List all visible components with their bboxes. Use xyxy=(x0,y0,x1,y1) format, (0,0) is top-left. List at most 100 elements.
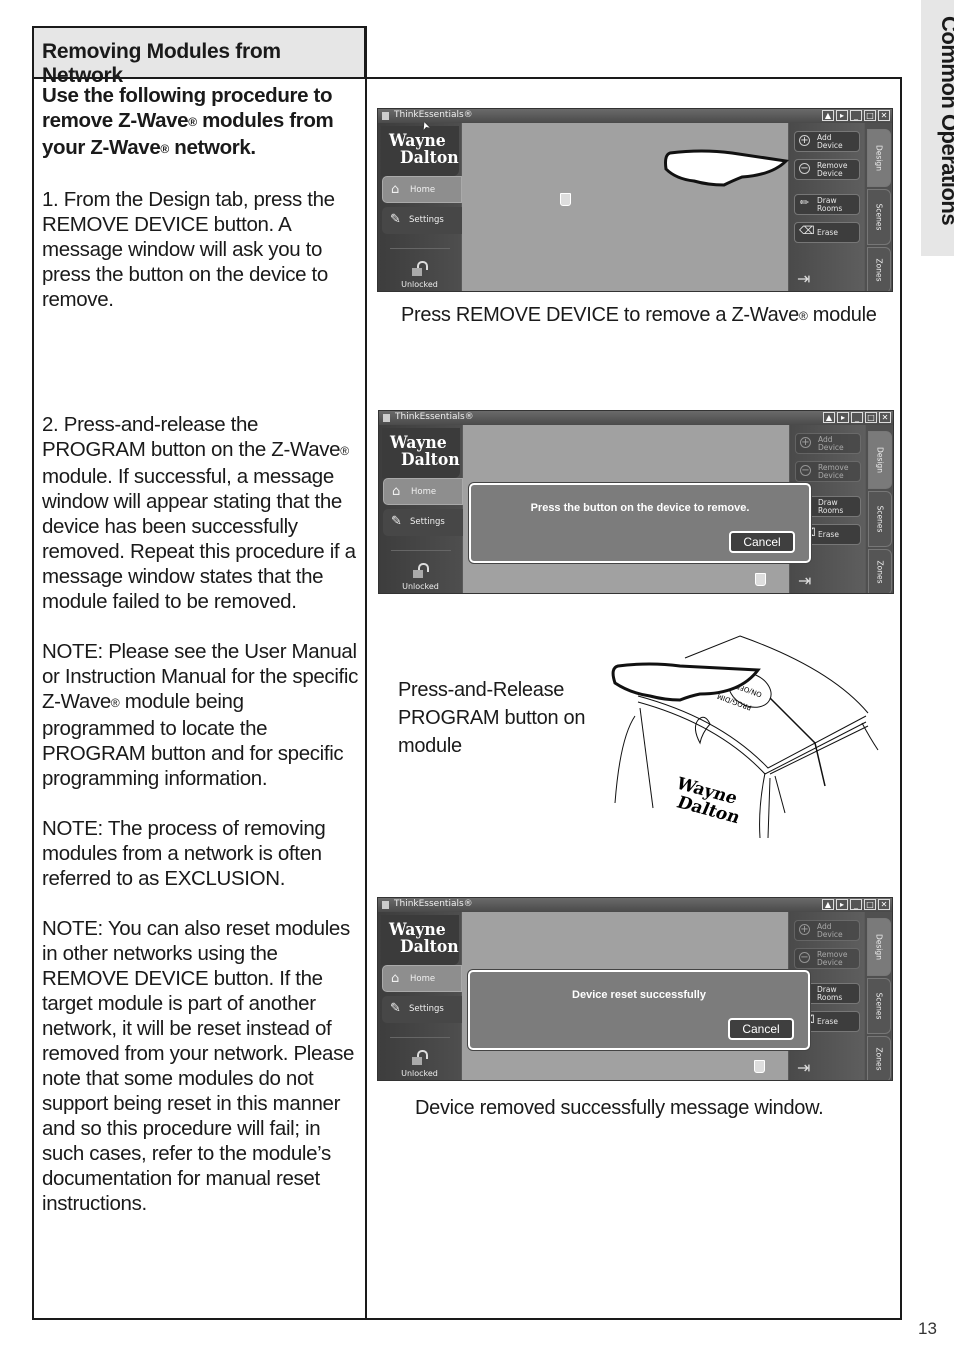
nav-settings[interactable]: ✎ Settings xyxy=(382,996,462,1023)
skip-icon[interactable]: ▸ xyxy=(836,899,848,910)
app-icon xyxy=(383,414,390,422)
note-reset: NOTE: You can also reset modules in othe… xyxy=(42,917,355,1215)
cancel-button[interactable]: Cancel xyxy=(728,1018,794,1040)
design-tools-panel: +AddDevice −RemoveDevice ✏DrawRooms ⌫Era… xyxy=(789,123,864,291)
device-icon[interactable] xyxy=(754,1060,765,1073)
module-right-corner xyxy=(759,772,766,839)
lock-status: Unlocked xyxy=(401,1069,438,1078)
step-1: 1. From the Design tab, press the REMOVE… xyxy=(42,188,335,311)
add-device-button[interactable]: + Add Device xyxy=(794,920,860,941)
add-device-button[interactable]: + Add Device xyxy=(794,131,860,152)
draw-rooms-button[interactable]: ✏DrawRooms xyxy=(794,194,860,215)
cancel-button[interactable]: Cancel xyxy=(729,531,795,553)
add-device-button[interactable]: + Add Device xyxy=(795,433,861,454)
page-number: 13 xyxy=(918,1319,937,1338)
remove-device-button[interactable]: − Remove Device xyxy=(795,461,861,482)
device-icon[interactable] xyxy=(755,573,766,586)
prog-dim-label: PROG/DIM xyxy=(716,692,752,712)
close-button[interactable]: ✕ xyxy=(879,412,891,423)
nav-settings[interactable]: ✎ Settings xyxy=(382,207,462,234)
module-logo: Wayne Dalton xyxy=(672,774,744,828)
login-arrow-icon[interactable]: ⇥ xyxy=(797,269,810,289)
eject-icon[interactable]: ▲ xyxy=(823,412,835,423)
minus-circle-icon: − xyxy=(800,465,811,476)
step-2: 2. Press-and-release the PROGRAM button … xyxy=(42,413,356,613)
note-exclusion: NOTE: The process of removing modules fr… xyxy=(42,817,326,890)
maximize-button[interactable]: □ xyxy=(864,899,876,910)
window-controls: ▲ ▸ _ □ ✕ xyxy=(823,412,891,423)
wrench-icon: ✎ xyxy=(391,514,402,529)
column-divider xyxy=(365,26,367,1320)
maximize-button[interactable]: □ xyxy=(865,412,877,423)
nav-home[interactable]: ⌂ Home xyxy=(382,965,462,992)
eject-icon[interactable]: ▲ xyxy=(822,899,834,910)
module-right-corner-2 xyxy=(767,777,771,839)
app-sidebar: Wayne Dalton ⌂ Home ✎ Settings Unlocked xyxy=(379,425,463,593)
sidebar-divider xyxy=(390,1037,450,1038)
skip-icon[interactable]: ▸ xyxy=(837,412,849,423)
plus-circle-icon: + xyxy=(800,437,811,448)
unlock-icon[interactable] xyxy=(413,563,429,578)
tab-scenes[interactable]: Scenes xyxy=(868,491,892,547)
caption-removed-successfully: Device removed successfully message wind… xyxy=(415,1097,824,1119)
tab-design[interactable]: Design xyxy=(867,129,891,187)
pointing-hand-icon xyxy=(611,662,761,702)
wayne-dalton-logo: Wayne Dalton xyxy=(381,915,459,965)
app-window-remove-device: ThinkEssentials® ▲ ▸ _ □ ✕ Wayne Dalton ⌂… xyxy=(377,108,893,292)
app-window-press-button: ThinkEssentials® ▲ ▸ _ □ ✕ Wayne Dalton ⌂… xyxy=(378,410,894,594)
maximize-button[interactable]: □ xyxy=(864,110,876,121)
dialog-message: Press the button on the device to remove… xyxy=(530,502,750,514)
skip-icon[interactable]: ▸ xyxy=(836,110,848,121)
message-dialog: Device reset successfully Cancel xyxy=(468,970,810,1050)
dialog-message: Device reset successfully xyxy=(572,989,706,1001)
unlock-icon[interactable] xyxy=(412,1050,428,1065)
window-title: ThinkEssentials® xyxy=(394,899,473,909)
tab-design[interactable]: Design xyxy=(867,918,891,976)
tab-zones[interactable]: Zones xyxy=(867,1036,891,1080)
module-left-side-2 xyxy=(639,707,654,809)
caption-program-button: Press-and-Release PROGRAM button on modu… xyxy=(398,679,586,757)
erase-button[interactable]: ⌫Erase xyxy=(794,222,860,243)
tab-zones[interactable]: Zones xyxy=(868,549,892,593)
lock-status: Unlocked xyxy=(401,280,438,289)
close-button[interactable]: ✕ xyxy=(878,110,890,121)
minimize-button[interactable]: _ xyxy=(850,899,862,910)
remove-device-button[interactable]: − Remove Device xyxy=(794,948,860,969)
window-controls: ▲ ▸ _ □ ✕ xyxy=(822,899,890,910)
mode-tabs: Design Scenes Zones xyxy=(866,425,893,593)
nav-home[interactable]: ⌂ Home xyxy=(383,478,463,505)
app-icon xyxy=(382,901,389,909)
home-icon: ⌂ xyxy=(392,484,401,499)
sidebar-divider xyxy=(390,248,450,249)
tab-zones[interactable]: Zones xyxy=(867,247,891,291)
chapter-tab: Common Operations xyxy=(921,0,954,256)
module-top-front-edge-3 xyxy=(769,725,869,775)
mode-tabs: Design Scenes Zones xyxy=(865,912,892,1080)
nav-settings[interactable]: ✎ Settings xyxy=(383,509,463,536)
nav-home[interactable]: ⌂ Home xyxy=(382,176,462,203)
login-arrow-icon[interactable]: ⇥ xyxy=(797,1058,810,1078)
title-bar: ThinkEssentials® ▲ ▸ _ □ ✕ xyxy=(378,109,892,123)
title-bar: ThinkEssentials® ▲ ▸ _ □ ✕ xyxy=(379,411,893,425)
tab-scenes[interactable]: Scenes xyxy=(867,978,891,1034)
module-left-side xyxy=(614,715,636,804)
device-icon[interactable] xyxy=(560,193,571,206)
remove-device-button[interactable]: − Remove Device xyxy=(794,159,860,180)
eject-icon[interactable]: ▲ xyxy=(822,110,834,121)
module-illustration: ON/OFF PROG/DIM Wayne Dalton xyxy=(611,635,879,839)
wayne-dalton-logo: Wayne Dalton xyxy=(381,126,459,176)
login-arrow-icon[interactable]: ⇥ xyxy=(798,571,811,591)
minimize-button[interactable]: _ xyxy=(850,110,862,121)
minimize-button[interactable]: _ xyxy=(851,412,863,423)
tab-scenes[interactable]: Scenes xyxy=(867,189,891,245)
caption-remove-device: Press REMOVE DEVICE to remove a Z-Wave® … xyxy=(401,304,877,326)
title-bar: ThinkEssentials® ▲ ▸ _ □ ✕ xyxy=(378,898,892,912)
close-button[interactable]: ✕ xyxy=(878,899,890,910)
instructions-column: Use the following procedure to remove Z-… xyxy=(42,83,360,1241)
chapter-tab-label: Common Operations xyxy=(937,16,954,226)
module-top-front-edge-2 xyxy=(637,701,867,775)
module-side-detail xyxy=(774,775,786,814)
tab-design[interactable]: Design xyxy=(868,431,892,489)
unlock-icon[interactable] xyxy=(412,261,428,276)
wrench-icon: ✎ xyxy=(390,1001,401,1016)
